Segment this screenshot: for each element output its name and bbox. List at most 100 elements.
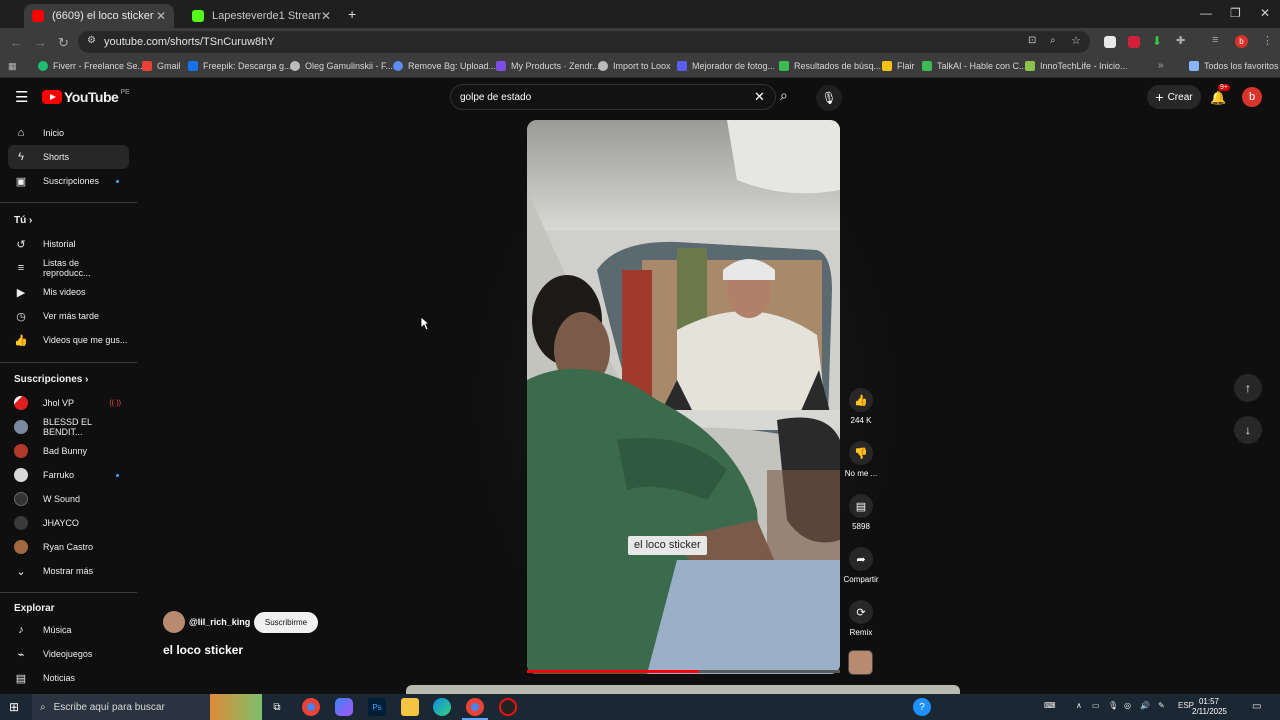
sidebar-item-noticias[interactable]: ▤ Noticias [8,666,129,690]
like-button[interactable]: 👍 244 K [842,388,880,425]
sidebar-item-ver-mas-tarde[interactable]: ◷ Ver más tarde [8,304,129,328]
bookmark-item[interactable]: Import to Loox [598,61,671,71]
bookmark-item[interactable]: Resultados de búsq... [779,61,881,71]
search-input[interactable]: golpe de estado ✕ [450,84,776,110]
close-tab-icon[interactable]: ✕ [156,9,166,23]
windows-start-icon[interactable]: ⊞ [9,700,19,714]
profile-avatar-icon[interactable]: b [1235,35,1248,48]
photoshop-icon[interactable]: Ps [368,698,386,716]
account-avatar[interactable]: b [1242,87,1262,107]
puzzle-icon[interactable]: ✚ [1176,34,1185,47]
previous-short-button[interactable]: ↑ [1234,374,1262,402]
sidebar-item-listas[interactable]: ≡ Listas de reproducc... [8,256,129,280]
microphone-tray-icon[interactable]: 🎙 [1108,701,1118,710]
site-info-icon[interactable]: ⚙ [87,35,96,46]
taskbar-search[interactable]: ⌕ Escribe aquí para buscar [32,694,262,720]
remix-button[interactable]: ⟳ Remix [842,600,880,637]
comments-button[interactable]: ▤ 5898 [842,494,880,531]
bookmark-item[interactable]: Flair [882,61,915,71]
sidebar-channel[interactable]: Jhol VP ((·)) [8,391,129,415]
channel-name[interactable]: @lil_rich_king [189,617,250,627]
forward-icon[interactable]: → [34,35,47,50]
sidebar-item-inicio[interactable]: ⌂ Inicio [8,121,129,145]
bookmark-item[interactable]: Gmail [142,61,181,71]
apps-grid-icon[interactable]: ▦ [8,61,17,72]
sidebar-channel[interactable]: W Sound [8,487,129,511]
short-video-player[interactable] [527,120,840,674]
bookmark-item[interactable]: Oleg Gamulinskii - F... [290,61,393,71]
sidebar-channel[interactable]: Ryan Castro [8,535,129,559]
pen-icon[interactable]: ✎ [1158,701,1165,710]
volume-icon[interactable]: 🔊 [1140,701,1150,710]
extension-icon[interactable] [1128,36,1140,48]
notifications-center-icon[interactable]: ▭ [1252,701,1261,712]
you-section-title[interactable]: Tú › [14,215,32,226]
video-progress-bar[interactable] [527,670,840,673]
dislike-button[interactable]: 👎 No me ... [842,441,880,478]
zoom-icon[interactable]: ⌕ [1050,35,1056,46]
new-tab-button[interactable]: + [348,6,356,22]
edge-icon[interactable] [433,698,451,716]
chrome-icon[interactable] [302,698,320,716]
sidebar-item-videos-gustan[interactable]: 👍 Videos que me gus... [8,328,129,352]
install-icon[interactable]: ⊡ [1028,35,1036,46]
network-icon[interactable]: ▭ [1092,701,1100,710]
chrome-active-icon[interactable] [466,698,484,716]
sidebar-item-videojuegos[interactable]: ⌁ Videojuegos [8,642,129,666]
headset-icon[interactable]: ◎ [1124,701,1131,710]
sidebar-item-shorts[interactable]: ϟ Shorts [8,145,129,169]
more-bookmarks-icon[interactable]: » [1158,60,1164,71]
youtube-logo[interactable]: YouTube PE [42,89,130,105]
taskbar-clock[interactable]: 01:57 2/11/2025 [1192,697,1227,717]
subscribe-button[interactable]: Suscribirme [254,612,318,633]
sidebar-item-historial[interactable]: ↺ Historial [8,232,129,256]
search-icon[interactable]: ⌕ [780,87,788,104]
help-icon[interactable]: ? [913,698,931,716]
tab-stream[interactable]: Lapesteverde1 Stream - Watch ✕ [184,4,339,28]
sidebar-item-mis-videos[interactable]: ▶ Mis videos [8,280,129,304]
minimize-icon[interactable]: — [1200,6,1212,20]
bookmark-star-icon[interactable]: ☆ [1071,34,1081,47]
subscriptions-section-title[interactable]: Suscripciones › [14,374,88,385]
file-explorer-icon[interactable] [401,698,419,716]
notifications-button[interactable]: 🔔 9+ [1210,84,1230,105]
close-tab-icon[interactable]: ✕ [321,9,331,23]
sidebar-item-musica[interactable]: ♪ Música [8,618,129,642]
task-view-icon[interactable]: ⧉ [268,698,286,716]
sidebar-channel[interactable]: Farruko [8,463,129,487]
tray-expand-icon[interactable]: ∧ [1076,701,1082,710]
bookmark-item[interactable]: TalkAI - Hable con C... [922,61,1027,71]
clear-search-icon[interactable]: ✕ [754,89,765,105]
download-icon[interactable]: ⬇ [1152,34,1162,48]
back-icon[interactable]: ← [10,35,23,50]
microphone-icon[interactable]: 🎙 [816,85,842,111]
bookmark-item[interactable]: Fiverr - Freelance Se... [38,61,145,71]
reload-icon[interactable]: ↻ [58,35,69,51]
sound-thumbnail[interactable] [848,650,873,675]
channel-avatar[interactable] [163,611,185,633]
maximize-icon[interactable]: ❐ [1230,6,1241,20]
sidebar-item-suscripciones[interactable]: ▣ Suscripciones [8,169,129,193]
extension-icon[interactable] [1104,36,1116,48]
show-more-button[interactable]: ⌄ Mostrar más [8,559,129,583]
sidebar-channel[interactable]: BLESSD EL BENDIT... [8,415,129,439]
app-icon[interactable] [499,698,517,716]
short-title[interactable]: el loco sticker [163,643,243,657]
all-bookmarks[interactable]: Todos los favoritos [1189,61,1279,71]
sidebar-channel[interactable]: Bad Bunny [8,439,129,463]
sidebar-channel[interactable]: JHAYCO [8,511,129,535]
close-window-icon[interactable]: ✕ [1260,6,1270,20]
media-icon[interactable]: ≡ [1212,34,1218,46]
next-short-button[interactable]: ↓ [1234,416,1262,444]
hamburger-menu-icon[interactable]: ☰ [15,88,28,106]
bookmark-item[interactable]: My Products · Zendr... [496,61,600,71]
address-bar[interactable]: ⚙ youtube.com/shorts/TSnCuruw8hY ⊡ ⌕ ☆ [78,31,1090,53]
bookmark-item[interactable]: Mejorador de fotog... [677,61,775,71]
keyboard-icon[interactable]: ⌨ [1044,701,1056,710]
tab-youtube-short[interactable]: (6609) el loco sticker - YouT... ✕ [24,4,174,28]
copilot-icon[interactable] [335,698,353,716]
browser-menu-icon[interactable]: ⋮ [1262,34,1273,47]
bookmark-item[interactable]: Remove Bg: Upload... [393,61,496,71]
share-button[interactable]: ➦ Compartir [842,547,880,584]
bookmark-item[interactable]: Freepik: Descarga g... [188,61,292,71]
